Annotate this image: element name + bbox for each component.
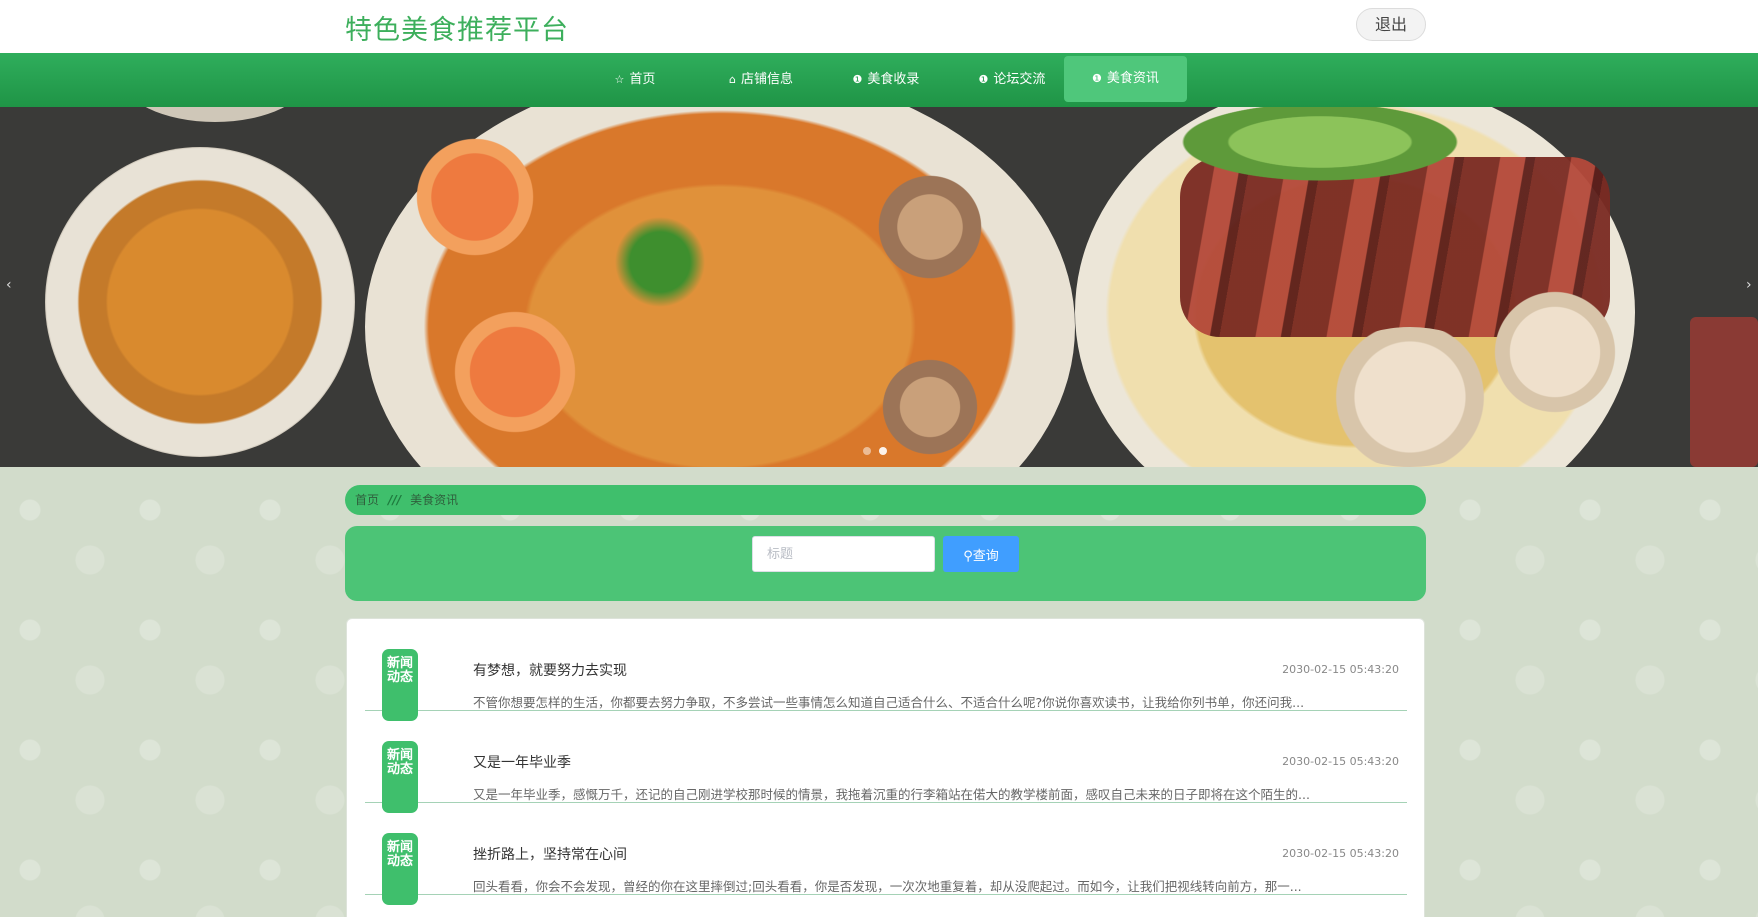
nav-item-label: 美食收录 (867, 72, 920, 87)
carousel-next-icon[interactable]: › (1746, 277, 1752, 293)
news-title[interactable]: 挫折路上，坚持常在心间 (473, 844, 627, 864)
cutting-board-image (1690, 317, 1758, 467)
nav-item-forum[interactable]: ❶ 论坛交流 (956, 53, 1068, 107)
main-nav: ☆ 首页 ⌂ 店铺信息 ❶ 美食收录 ❶ 论坛交流 ❶ 美食资讯 (0, 53, 1758, 107)
news-summary: 回头看看，你会不会发现，曾经的你在这里摔倒过;回头看看，你是否发现，一次次地重复… (473, 879, 1302, 894)
news-item[interactable]: 新闻动态 有梦想，就要努力去实现 2030-02-15 05:43:20 不管你… (365, 619, 1407, 721)
news-list: 新闻动态 有梦想，就要努力去实现 2030-02-15 05:43:20 不管你… (346, 618, 1425, 917)
breadcrumb-separator: /// (388, 493, 402, 507)
plate-image (120, 107, 310, 122)
news-summary: 不管你想要怎样的生活，你都要去努力争取，不多尝试一些事情怎么知道自己适合什么、不… (473, 695, 1305, 710)
news-category-badge: 新闻动态 (382, 833, 418, 905)
site-title: 特色美食推荐平台 (345, 15, 569, 46)
clam-image (860, 167, 1000, 287)
shop-icon: ⌂ (729, 73, 736, 86)
carousel-dot[interactable] (863, 447, 871, 455)
nav-item-label: 店铺信息 (740, 72, 793, 87)
dumpling-image (1480, 287, 1630, 417)
info-icon: ❶ (978, 73, 989, 86)
nav-item-food-collection[interactable]: ❶ 美食收录 (830, 53, 942, 107)
food-bowl-image (45, 147, 355, 457)
logout-button[interactable]: 退出 (1356, 8, 1426, 41)
news-item[interactable]: 新闻动态 挫折路上，坚持常在心间 2030-02-15 05:43:20 回头看… (365, 803, 1407, 905)
title-search-input[interactable] (752, 536, 935, 572)
breadcrumb: 首页 /// 美食资讯 (345, 485, 1426, 515)
search-icon: ⚲ (963, 548, 973, 564)
breadcrumb-home[interactable]: 首页 (355, 493, 379, 507)
search-panel: ⚲查询 (345, 526, 1426, 601)
info-icon: ❶ (852, 73, 863, 86)
nav-item-home[interactable]: ☆ 首页 (595, 53, 675, 107)
breadcrumb-current: 美食资讯 (410, 493, 459, 507)
nav-item-label: 论坛交流 (993, 72, 1046, 87)
nav-item-food-news[interactable]: ❶ 美食资讯 (1064, 56, 1187, 102)
herb-garnish-image (600, 217, 720, 307)
news-date: 2030-02-15 05:43:20 (1282, 755, 1399, 768)
carousel-prev-icon[interactable]: ‹ (6, 277, 12, 293)
search-button[interactable]: ⚲查询 (943, 536, 1019, 572)
news-title[interactable]: 有梦想，就要努力去实现 (473, 660, 627, 680)
banner-carousel[interactable]: › ‹ (0, 107, 1758, 467)
shrimp-image (400, 137, 550, 257)
top-header: 特色美食推荐平台 退出 (0, 0, 1758, 53)
news-date: 2030-02-15 05:43:20 (1282, 663, 1399, 676)
nav-item-shops[interactable]: ⌂ 店铺信息 (705, 53, 817, 107)
news-summary: 又是一年毕业季，感慨万千，还记的自己刚进学校那时候的情景，我拖着沉重的行李箱站在… (473, 787, 1310, 802)
search-button-label: 查询 (972, 548, 999, 564)
shrimp-image (440, 307, 590, 437)
info-icon: ❶ (1092, 72, 1102, 85)
carousel-dot-active[interactable] (879, 447, 887, 455)
clam-image (870, 347, 990, 467)
news-item[interactable]: 新闻动态 又是一年毕业季 2030-02-15 05:43:20 又是一年毕业季… (365, 711, 1407, 813)
news-date: 2030-02-15 05:43:20 (1282, 847, 1399, 860)
news-title[interactable]: 又是一年毕业季 (473, 752, 571, 772)
star-icon: ☆ (614, 73, 625, 86)
nav-item-label: 首页 (629, 72, 656, 87)
nav-item-label: 美食资讯 (1106, 71, 1159, 86)
